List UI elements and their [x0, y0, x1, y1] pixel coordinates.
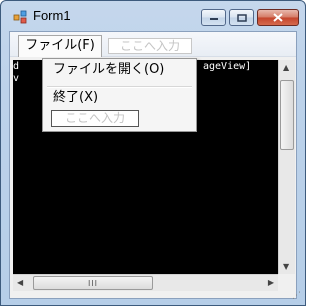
- menu-item-exit[interactable]: 終了(X): [53, 89, 98, 107]
- scroll-left-icon[interactable]: ◀: [17, 278, 23, 287]
- console-line-1-right: ageView]: [203, 61, 252, 72]
- menu-new-item-input[interactable]: ここへ入力: [108, 38, 192, 54]
- file-dropdown-menu: ファイルを開く(O) 終了(X) ここへ入力: [42, 58, 197, 132]
- form-app-icon: [13, 10, 27, 24]
- horizontal-scroll-thumb[interactable]: III: [33, 276, 153, 290]
- main-window: Form1 ファイル(F) ここへ入力 d ageView] v ▲ ▼ ◀ I…: [0, 0, 306, 306]
- close-icon: [273, 13, 283, 22]
- scroll-down-icon[interactable]: ▼: [283, 262, 289, 271]
- maximize-icon: [236, 13, 247, 22]
- close-button[interactable]: [257, 9, 299, 26]
- menu-file[interactable]: ファイル(F): [18, 35, 102, 57]
- title-bar[interactable]: Form1: [1, 1, 305, 31]
- minimize-icon: [209, 17, 218, 20]
- thumb-grip: III: [87, 278, 99, 288]
- vertical-scroll-thumb[interactable]: [280, 80, 294, 150]
- scroll-right-icon[interactable]: ▶: [268, 278, 274, 287]
- minimize-button[interactable]: [201, 9, 226, 26]
- menu-separator: [47, 86, 192, 88]
- window-title: Form1: [33, 8, 71, 23]
- caption-buttons: [201, 9, 299, 26]
- scroll-up-icon[interactable]: ▲: [283, 63, 289, 72]
- menu-item-open-file[interactable]: ファイルを開く(O): [53, 61, 164, 79]
- maximize-button[interactable]: [229, 9, 254, 26]
- resize-grip-icon[interactable]: ⋰: [292, 291, 301, 301]
- menu-bar: ファイル(F) ここへ入力: [10, 32, 296, 57]
- menu-new-subitem-input[interactable]: ここへ入力: [51, 110, 139, 127]
- vertical-scrollbar[interactable]: ▲ ▼: [278, 60, 295, 274]
- horizontal-scrollbar[interactable]: ◀ III ▶: [13, 274, 278, 291]
- scrollbar-corner: [278, 274, 295, 291]
